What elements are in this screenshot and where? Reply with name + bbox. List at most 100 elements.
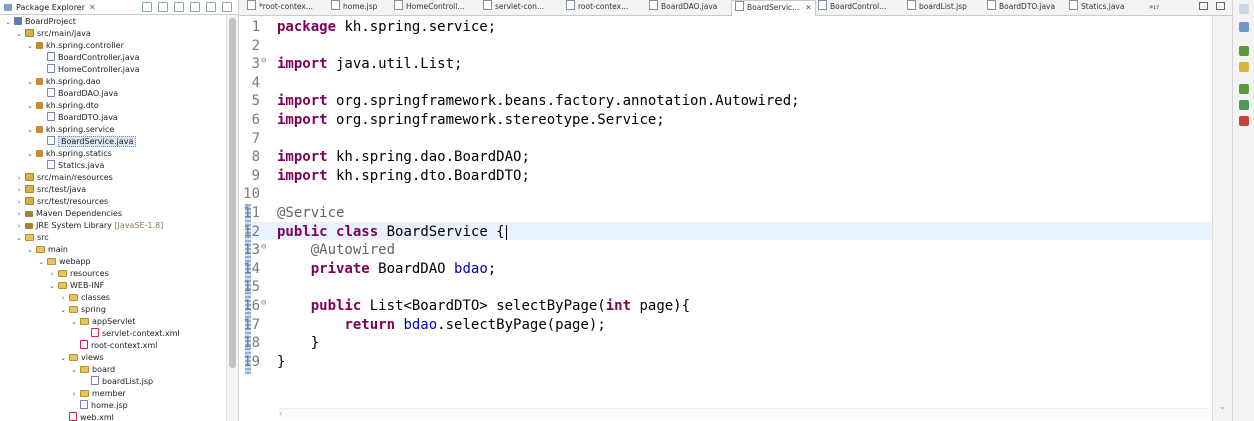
- fold-toggle-icon[interactable]: ⊖: [261, 294, 266, 313]
- expand-arrow-icon[interactable]: ›: [15, 196, 23, 208]
- expand-arrow-icon[interactable]: ›: [15, 220, 23, 232]
- tree-item[interactable]: ⌄ WEB-INF: [48, 280, 104, 292]
- close-icon[interactable]: ✕: [805, 3, 811, 12]
- tab-overflow-button[interactable]: »₁₇: [1149, 0, 1159, 14]
- bookmark-icon[interactable]: [1239, 62, 1249, 72]
- tree-item[interactable]: ⌄ main: [26, 244, 68, 256]
- collapse-arrow-icon[interactable]: ⌄: [15, 232, 23, 244]
- tree-item[interactable]: › member: [70, 388, 126, 400]
- tree-item[interactable]: ⌄ kh.spring.dao: [26, 76, 101, 88]
- tree-item[interactable]: ⌄ views: [59, 352, 104, 364]
- editor-tab[interactable]: HomeControll...: [394, 0, 465, 14]
- problems-view-icon[interactable]: [1239, 100, 1249, 110]
- collapse-arrow-icon[interactable]: ⌄: [26, 148, 34, 160]
- link-with-editor-icon[interactable]: [158, 2, 168, 12]
- editor-tab[interactable]: home.jsp: [331, 0, 377, 14]
- horizontal-scrollbar[interactable]: ‹: [279, 408, 1209, 419]
- tree-item[interactable]: servlet-context.xml: [81, 328, 180, 340]
- explorer-scrollbar-thumb[interactable]: [229, 18, 236, 368]
- collapse-arrow-icon[interactable]: ⌄: [70, 316, 78, 328]
- task-list-icon[interactable]: [1239, 46, 1249, 56]
- filter-icon[interactable]: [174, 2, 184, 12]
- expand-arrow-icon[interactable]: ›: [70, 388, 78, 400]
- tree-item[interactable]: ⌄ kh.spring.dto: [26, 100, 99, 112]
- maximize-icon[interactable]: [222, 2, 232, 12]
- expand-arrow-icon[interactable]: ›: [15, 184, 23, 196]
- tree-item[interactable]: Statics.java: [37, 160, 104, 172]
- tree-item[interactable]: ⌄ webapp: [37, 256, 91, 268]
- tree-item[interactable]: › src/main/resources: [15, 172, 113, 184]
- tree-item[interactable]: home.jsp: [70, 400, 128, 412]
- collapse-arrow-icon[interactable]: ⌄: [48, 280, 56, 292]
- collapse-arrow-icon[interactable]: ⌄: [26, 76, 34, 88]
- tree-item[interactable]: › resources: [48, 268, 109, 280]
- maximize-icon[interactable]: [1216, 2, 1225, 10]
- collapse-arrow-icon[interactable]: ⌄: [37, 256, 45, 268]
- editor-tab[interactable]: root-contex...: [566, 0, 628, 14]
- console-view-icon[interactable]: [1239, 84, 1249, 94]
- outline-view-icon[interactable]: [1239, 22, 1249, 32]
- error-log-icon[interactable]: [1239, 116, 1249, 126]
- tree-item[interactable]: root-context.xml: [70, 340, 157, 352]
- tree-item[interactable]: BoardDAO.java: [37, 88, 118, 100]
- tree-item[interactable]: ⌄ kh.spring.statics: [26, 148, 112, 160]
- package-icon: [36, 42, 43, 49]
- editor-tab[interactable]: servlet-con...: [483, 0, 544, 14]
- tree-item[interactable]: boardList.jsp: [81, 376, 153, 388]
- editor-tab[interactable]: *root-contex...: [247, 0, 313, 14]
- tree-item[interactable]: BoardService.java: [37, 136, 137, 148]
- collapse-arrow-icon[interactable]: ⌄: [70, 364, 78, 376]
- tree-item[interactable]: ⌄ kh.spring.service: [26, 124, 114, 136]
- tree-item[interactable]: › JRE System Library [JavaSE-1.8]: [15, 220, 164, 232]
- collapse-all-icon[interactable]: [142, 2, 152, 12]
- editor-tab[interactable]: BoardServic... ✕: [731, 0, 816, 16]
- editor-tab-label: BoardDAO.java: [661, 2, 718, 11]
- minimize-icon[interactable]: [206, 2, 216, 12]
- tree-item[interactable]: ⌄ spring: [59, 304, 106, 316]
- view-menu-icon[interactable]: [190, 2, 200, 12]
- tree-item[interactable]: › Maven Dependencies: [15, 208, 122, 220]
- close-icon[interactable]: ✕: [89, 3, 96, 12]
- tree-item[interactable]: › src/test/resources: [15, 196, 108, 208]
- editor-tab[interactable]: BoardDAO.java: [649, 0, 717, 14]
- editor-tab[interactable]: Statics.java: [1069, 0, 1124, 14]
- editor-tab[interactable]: BoardControl...: [818, 0, 886, 14]
- collapse-arrow-icon[interactable]: ⌄: [4, 16, 12, 28]
- jsp-file-icon: [91, 376, 99, 385]
- scroll-left-icon[interactable]: ‹: [279, 409, 282, 418]
- code-editor[interactable]: 1 package kh.spring.service; 2 3 ⊖ import jav…: [239, 16, 1212, 421]
- expand-arrow-icon[interactable]: ›: [15, 208, 23, 220]
- fold-toggle-icon[interactable]: ⊖: [261, 52, 266, 71]
- tree-item[interactable]: › src/test/java: [15, 184, 86, 196]
- expand-arrow-icon[interactable]: ›: [48, 268, 56, 280]
- collapse-arrow-icon[interactable]: ⌄: [59, 352, 67, 364]
- code-token: }: [277, 353, 286, 370]
- collapse-arrow-icon[interactable]: ⌄: [59, 304, 67, 316]
- tree-item-label: views: [81, 353, 104, 362]
- scroll-down-icon[interactable]: ⌄: [1219, 402, 1226, 411]
- expand-arrow-icon[interactable]: ›: [15, 172, 23, 184]
- collapse-arrow-icon[interactable]: ⌄: [26, 40, 34, 52]
- tree-item[interactable]: › classes: [59, 292, 110, 304]
- collapse-arrow-icon[interactable]: ⌄: [26, 244, 34, 256]
- collapse-arrow-icon[interactable]: ⌄: [26, 124, 34, 136]
- tree-item[interactable]: ⌄ src/main/java: [15, 28, 91, 40]
- tree-item[interactable]: web.xml: [59, 412, 114, 421]
- collapse-arrow-icon[interactable]: ⌄: [15, 28, 23, 40]
- tree-item[interactable]: BoardDTO.java: [37, 112, 118, 124]
- collapse-arrow-icon[interactable]: ⌄: [26, 100, 34, 112]
- editor-tab[interactable]: boardList.jsp: [907, 0, 967, 14]
- editor-tab[interactable]: BoardDTO.java: [987, 0, 1055, 14]
- tree-item[interactable]: HomeController.java: [37, 64, 140, 76]
- tree-item[interactable]: ⌄ board: [70, 364, 115, 376]
- tree-item[interactable]: ⌄ src: [15, 232, 49, 244]
- tree-item[interactable]: ⌄ BoardProject: [4, 16, 76, 28]
- expand-arrow-icon[interactable]: ›: [59, 292, 67, 304]
- restore-icon[interactable]: [1239, 4, 1249, 14]
- tree-item[interactable]: BoardController.java: [37, 52, 139, 64]
- tree-item[interactable]: ⌄ appServlet: [70, 316, 135, 328]
- fold-toggle-icon[interactable]: ⊖: [261, 238, 266, 257]
- vertical-scrollbar[interactable]: ⌄: [1212, 16, 1233, 421]
- tree-item[interactable]: ⌄ kh.spring.controller: [26, 40, 124, 52]
- minimize-icon[interactable]: [1199, 2, 1208, 10]
